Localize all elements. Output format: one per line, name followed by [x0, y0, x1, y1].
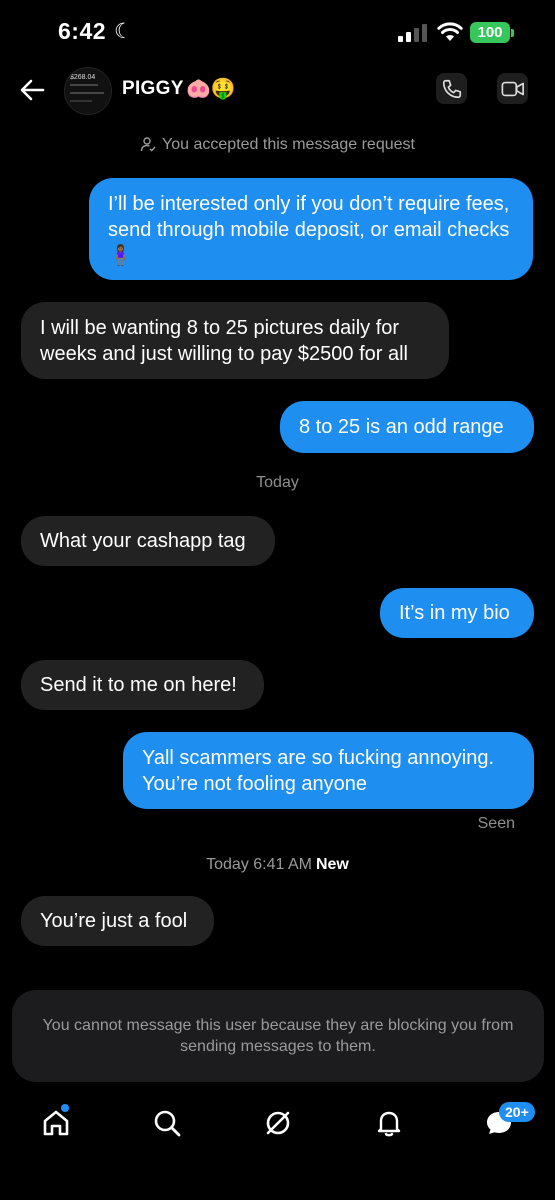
moon-icon: ☾	[114, 20, 133, 43]
home-notification-dot	[61, 1104, 69, 1112]
new-label: New	[315, 856, 349, 873]
message-bubble-sent[interactable]: 8 to 25 is an odd range	[280, 401, 534, 453]
avatar[interactable]: $268.04	[64, 67, 112, 115]
message-bubble-sent[interactable]: Yall scammers are so fucking annoying. Y…	[123, 732, 534, 809]
battery-nub	[511, 29, 514, 37]
date-separator: Today	[256, 474, 299, 491]
message-bubble-received[interactable]: Send it to me on here!	[21, 660, 264, 710]
explore-icon[interactable]	[263, 1108, 293, 1138]
request-accepted-text: You accepted this message request	[162, 136, 415, 153]
phone-icon	[442, 79, 461, 98]
status-time: 6:42	[58, 18, 107, 44]
contact-username[interactable]: PIGGY	[122, 78, 184, 100]
message-bubble-sent[interactable]: It’s in my bio	[380, 588, 534, 638]
video-camera-icon	[501, 81, 524, 96]
battery-indicator: 100	[470, 22, 510, 43]
messages-badge: 20+	[499, 1102, 535, 1122]
timestamp-separator: Today 6:41 AM New	[0, 856, 555, 874]
message-bubble-sent[interactable]: I’ll be interested only if you don’t req…	[89, 178, 533, 280]
seen-receipt: Seen	[477, 815, 515, 832]
avatar-amount: $268.04	[70, 74, 96, 81]
message-bubble-received[interactable]: What your cashapp tag	[21, 516, 275, 566]
signal-icon	[398, 24, 427, 42]
timestamp-text: Today 6:41 AM	[206, 856, 312, 873]
message-bubble-received[interactable]: You’re just a fool	[21, 896, 214, 946]
username-emoji: 🐽🤑	[186, 78, 236, 100]
video-call-button[interactable]	[497, 73, 528, 104]
back-arrow-icon[interactable]	[18, 76, 46, 104]
blocked-notice: You cannot message this user because the…	[12, 990, 544, 1082]
notifications-icon[interactable]	[374, 1108, 404, 1138]
person-check-icon	[140, 137, 156, 152]
message-bubble-received[interactable]: I will be wanting 8 to 25 pictures daily…	[21, 302, 449, 379]
voice-call-button[interactable]	[436, 73, 467, 104]
search-icon[interactable]	[152, 1108, 182, 1138]
home-icon[interactable]	[41, 1108, 71, 1138]
wifi-icon	[437, 22, 463, 41]
request-accepted-notice: You accepted this message request	[0, 136, 555, 154]
